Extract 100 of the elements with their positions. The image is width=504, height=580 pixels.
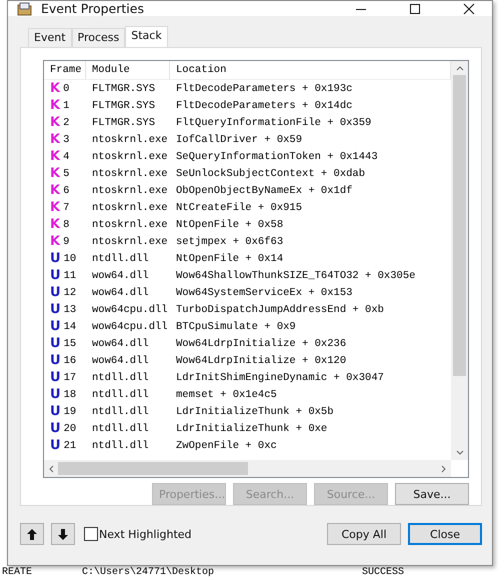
- mode-letter: U: [50, 268, 61, 283]
- table-cell: BTCpuSimulate + 0x9: [176, 320, 296, 332]
- table-cell: wow64.dll: [92, 270, 149, 282]
- table-cell: Wow64SystemServiceEx + 0x153: [176, 286, 352, 298]
- table-cell: 15: [64, 338, 76, 350]
- table-cell: LdrInitializeThunk + 0x5b: [176, 406, 334, 418]
- background-text: C:\Users\24771\Desktop: [82, 566, 216, 580]
- table-cell: 10: [64, 252, 76, 264]
- table-cell: ZwOpenFile + 0xc: [176, 440, 277, 452]
- table-cell: 6: [63, 184, 70, 196]
- table-cell: ntoskrnl.exe: [92, 202, 168, 214]
- table-cell: TurboDispatchJumpAddressEnd + 0xb: [176, 304, 384, 316]
- mode-letter: U: [50, 387, 61, 402]
- mode-letter: K: [50, 132, 60, 147]
- table-cell: ntoskrnl.exe: [92, 184, 168, 196]
- table-cell: ntdll.dll: [92, 388, 149, 400]
- panel-button[interactable]: Save...: [395, 483, 469, 505]
- background-text: REATE: [2, 566, 34, 580]
- table-cell: 20: [64, 422, 76, 434]
- table-cell: ntoskrnl.exe: [92, 236, 168, 248]
- window-title: Event Properties: [41, 1, 144, 16]
- table-cell: 1: [63, 100, 70, 112]
- tab[interactable]: Stack: [125, 26, 168, 47]
- table-cell: FLTMGR.SYS: [92, 100, 156, 112]
- up-arrow-button[interactable]: [20, 523, 44, 545]
- table-cell: ntdll.dll: [92, 252, 149, 264]
- vertical-scrollbar[interactable]: [451, 61, 468, 460]
- table-cell: wow64.dll: [92, 338, 149, 350]
- mode-letter: U: [50, 302, 61, 317]
- mode-letter: K: [50, 183, 60, 198]
- table-cell: ntdll.dll: [92, 372, 149, 384]
- table-cell: Wow64ShallowThunkSIZE_T64TO32 + 0x305e: [176, 270, 416, 282]
- checkbox-label[interactable]: Next Highlighted: [99, 528, 192, 540]
- table-cell: 21: [64, 440, 76, 452]
- down-arrow-button[interactable]: [51, 523, 75, 545]
- mode-letter: K: [50, 217, 60, 232]
- tab[interactable]: Process: [72, 28, 126, 47]
- up-arrow-icon: [27, 528, 37, 540]
- table-cell: wow64.dll: [92, 354, 149, 366]
- mode-letter: K: [50, 166, 60, 181]
- mode-letter: U: [50, 336, 61, 351]
- mode-letter: K: [50, 149, 60, 164]
- horizontal-scrollbar[interactable]: [44, 460, 451, 477]
- table-cell: SeQueryInformationToken + 0x1443: [176, 150, 378, 162]
- table-cell: ntoskrnl.exe: [92, 218, 168, 230]
- background-text: SUCCESS: [362, 566, 404, 580]
- table-cell: ntoskrnl.exe: [92, 168, 168, 180]
- table-cell: 8: [63, 218, 70, 230]
- checkbox[interactable]: [84, 527, 98, 541]
- column-header[interactable]: Module: [86, 61, 170, 79]
- mode-letter: U: [50, 353, 61, 368]
- table-cell: 9: [63, 236, 70, 248]
- table-cell: SeUnlockSubjectContext + 0xdab: [176, 168, 366, 180]
- table-cell: wow64cpu.dll: [92, 320, 168, 332]
- table-cell: FLTMGR.SYS: [92, 116, 156, 128]
- dialog-button[interactable]: Close: [408, 523, 482, 545]
- table-cell: ObOpenObjectByNameEx + 0x1df: [176, 184, 352, 196]
- table-cell: 7: [63, 202, 70, 214]
- table-cell: FLTMGR.SYS: [92, 82, 156, 94]
- down-arrow-icon: [58, 528, 68, 540]
- mode-letter: U: [50, 438, 61, 453]
- table-cell: ntoskrnl.exe: [92, 150, 168, 162]
- table-cell: LdrInitShimEngineDynamic + 0x3047: [176, 372, 384, 384]
- dialog-button[interactable]: Copy All: [327, 523, 401, 545]
- table-cell: 13: [64, 304, 76, 316]
- mode-letter: U: [50, 285, 61, 300]
- table-cell: 0: [63, 82, 70, 94]
- mode-letter: K: [50, 115, 60, 130]
- mode-letter: U: [50, 319, 61, 334]
- table-cell: setjmpex + 0x6f63: [176, 236, 284, 248]
- table-cell: wow64.dll: [92, 286, 149, 298]
- close-icon[interactable]: [463, 2, 475, 14]
- table-cell: 3: [63, 134, 70, 146]
- table-cell: ntdll.dll: [92, 440, 149, 452]
- table-cell: wow64cpu.dll: [92, 304, 168, 316]
- table-cell: ntdll.dll: [92, 406, 149, 418]
- table-cell: NtCreateFile + 0x915: [176, 202, 302, 214]
- mode-letter: K: [50, 200, 60, 215]
- table-cell: 18: [64, 388, 76, 400]
- mode-letter: U: [50, 251, 61, 266]
- table-cell: FltDecodeParameters + 0x14dc: [176, 100, 352, 112]
- table-cell: 5: [63, 168, 70, 180]
- table-cell: FltDecodeParameters + 0x193c: [176, 82, 352, 94]
- table-cell: 2: [63, 116, 70, 128]
- mode-letter: K: [50, 98, 60, 113]
- table-cell: 16: [64, 354, 76, 366]
- table-cell: LdrInitializeThunk + 0xe: [176, 422, 328, 434]
- table-cell: NtOpenFile + 0x14: [176, 252, 284, 264]
- table-cell: Wow64LdrpInitialize + 0x120: [176, 354, 346, 366]
- table-cell: 12: [64, 286, 76, 298]
- table-cell: memset + 0x1e4c5: [176, 388, 277, 400]
- column-header[interactable]: Frame: [44, 61, 86, 79]
- table-cell: Wow64LdrpInitialize + 0x236: [176, 338, 346, 350]
- table-cell: NtOpenFile + 0x58: [176, 218, 284, 230]
- tab[interactable]: Event: [28, 28, 72, 47]
- maximize-icon[interactable]: [409, 2, 421, 14]
- table-cell: 4: [63, 150, 70, 162]
- table-cell: 17: [64, 372, 76, 384]
- mode-letter: K: [50, 234, 60, 249]
- table-cell: 14: [64, 320, 76, 332]
